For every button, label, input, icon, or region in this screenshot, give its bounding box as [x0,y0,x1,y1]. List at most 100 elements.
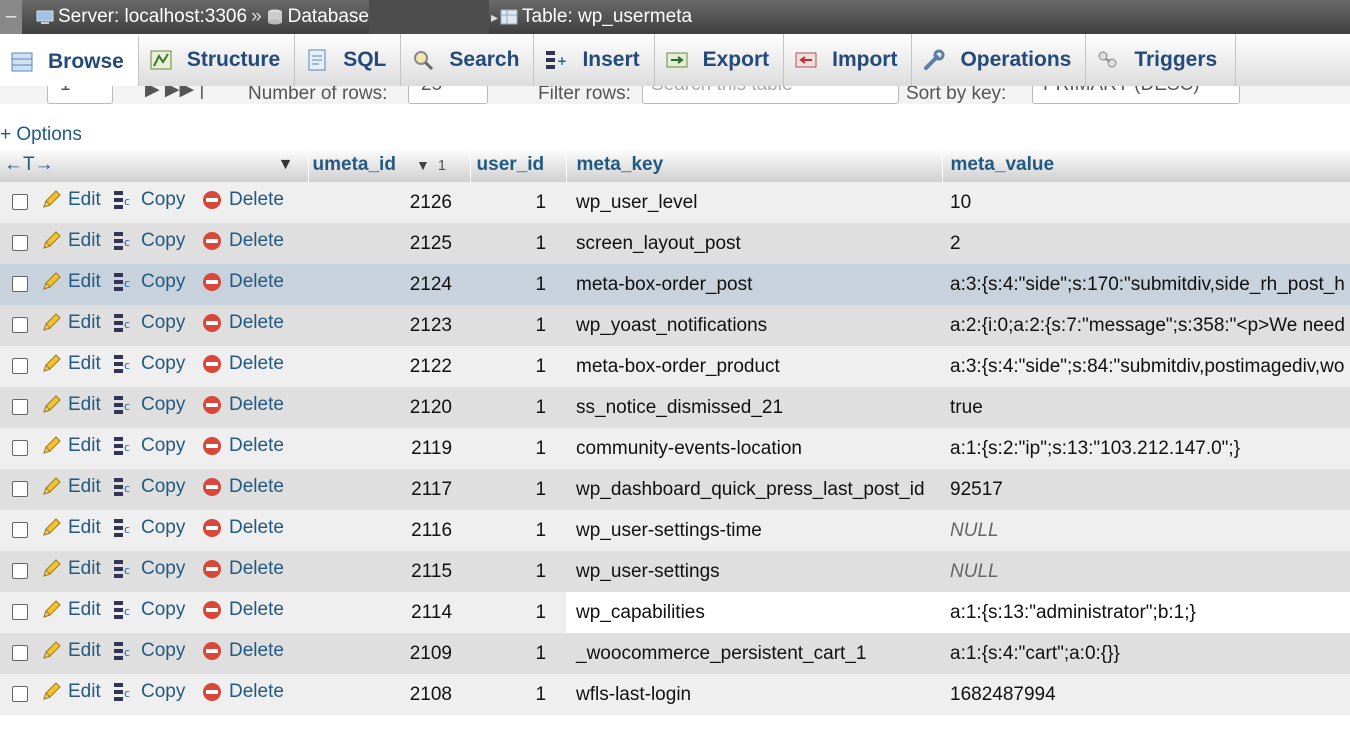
cell-user-id[interactable]: 1 [470,387,567,428]
edit-link[interactable]: Edit [40,312,101,334]
delete-link[interactable]: Delete [201,189,284,211]
cell-meta-key[interactable]: screen_layout_post [566,223,943,264]
table-row[interactable]: Edit c Copy Delete 2108 1 wfls-last-login 16824… [0,674,1350,715]
cell-user-id[interactable]: 1 [470,305,567,346]
copy-link[interactable]: c Copy [113,312,185,334]
header-meta-value[interactable]: meta_value [942,148,1350,182]
cell-user-id[interactable]: 1 [470,346,567,387]
page-select[interactable]: 1 [47,86,113,104]
row-checkbox[interactable] [12,563,28,580]
cell-umeta-id[interactable]: 2115 [308,551,471,592]
table-row[interactable]: Edit c Copy Delete 2117 1 wp_dashboard_quick_p… [0,469,1350,510]
tab-operations[interactable]: Operations [912,34,1087,86]
cell-meta-key[interactable]: wp_user-settings-time [566,510,943,551]
cell-meta-value[interactable]: 92517 [942,469,1350,510]
cell-umeta-id[interactable]: 2123 [308,305,471,346]
cell-meta-value[interactable]: 1682487994 [942,674,1350,715]
tab-structure[interactable]: Structure [139,34,296,86]
tab-search[interactable]: Search [401,34,535,86]
cell-meta-key[interactable]: ss_notice_dismissed_21 [566,387,943,428]
cell-umeta-id[interactable]: 2117 [308,469,471,510]
copy-link[interactable]: c Copy [113,558,185,580]
copy-link[interactable]: c Copy [113,640,185,662]
row-checkbox[interactable] [12,686,28,703]
sort-select[interactable]: PRIMARY (DESC) [1032,86,1240,104]
cell-meta-value[interactable]: true [942,387,1350,428]
tab-browse[interactable]: Browse [0,34,139,86]
row-checkbox[interactable] [12,481,28,498]
delete-link[interactable]: Delete [201,640,284,662]
edit-link[interactable]: Edit [40,271,101,293]
delete-link[interactable]: Delete [201,558,284,580]
cell-meta-key[interactable]: wp_user_level [566,182,943,223]
delete-link[interactable]: Delete [201,353,284,375]
copy-link[interactable]: c Copy [113,230,185,252]
cell-user-id[interactable]: 1 [470,428,567,469]
cell-umeta-id[interactable]: 2126 [308,182,471,223]
cell-meta-value[interactable]: a:2:{i:0;a:2:{s:7:"message";s:358:"<p>We… [942,305,1350,346]
row-checkbox[interactable] [12,604,28,621]
delete-link[interactable]: Delete [201,599,284,621]
cell-user-id[interactable]: 1 [470,469,567,510]
copy-link[interactable]: c Copy [113,189,185,211]
cell-user-id[interactable]: 1 [470,264,567,305]
copy-link[interactable]: c Copy [113,435,185,457]
cell-meta-value[interactable]: a:3:{s:4:"side";s:84:"submitdiv,postimag… [942,346,1350,387]
cell-umeta-id[interactable]: 2114 [308,592,471,633]
table-row[interactable]: Edit c Copy Delete 2109 1 _woocommerce_persist… [0,633,1350,674]
edit-link[interactable]: Edit [40,558,101,580]
copy-link[interactable]: c Copy [113,476,185,498]
edit-link[interactable]: Edit [40,640,101,662]
table-row[interactable]: Edit c Copy Delete 2114 1 wp_capabilities a:1:{… [0,592,1350,633]
cell-umeta-id[interactable]: 2122 [308,346,471,387]
cell-user-id[interactable]: 1 [470,182,567,223]
cell-meta-value[interactable]: a:1:{s:13:"administrator";b:1;} [942,592,1350,633]
table-row[interactable]: Edit c Copy Delete 2125 1 screen_layout_post 2 [0,223,1350,264]
table-row[interactable]: Edit c Copy Delete 2120 1 ss_notice_dismissed_… [0,387,1350,428]
table-row[interactable]: Edit c Copy Delete 2115 1 wp_user-settings NULL [0,551,1350,592]
header-user-id[interactable]: user_id [470,148,567,182]
tab-import[interactable]: Import [784,34,913,86]
breadcrumb-database[interactable]: Database [266,0,489,34]
edit-link[interactable]: Edit [40,353,101,375]
cell-umeta-id[interactable]: 2116 [308,510,471,551]
cell-user-id[interactable]: 1 [470,592,567,633]
row-checkbox[interactable] [12,194,28,211]
copy-link[interactable]: c Copy [113,517,185,539]
cell-meta-key[interactable]: wp_dashboard_quick_press_last_post_id [566,469,943,510]
cell-user-id[interactable]: 1 [470,510,567,551]
cell-meta-value[interactable]: a:3:{s:4:"side";s:170:"submitdiv,side_rh… [942,264,1350,305]
cell-meta-value[interactable]: 10 [942,182,1350,223]
header-umeta-id[interactable]: umeta_id ▼ 1 [308,148,471,182]
breadcrumb-table[interactable]: Table: wp_usermeta [500,6,692,28]
row-checkbox[interactable] [12,235,28,252]
cell-meta-key[interactable]: _woocommerce_persistent_cart_1 [566,633,943,674]
cell-meta-key[interactable]: meta-box-order_product [566,346,943,387]
table-row[interactable]: Edit c Copy Delete 2119 1 community-events-loc… [0,428,1350,469]
cell-meta-value[interactable]: NULL [942,510,1350,551]
copy-link[interactable]: c Copy [113,681,185,703]
cell-user-id[interactable]: 1 [470,551,567,592]
delete-link[interactable]: Delete [201,681,284,703]
table-row[interactable]: Edit c Copy Delete 2116 1 wp_user-settings-tim… [0,510,1350,551]
tab-triggers[interactable]: Triggers [1086,34,1237,86]
cell-meta-key[interactable]: meta-box-order_post [566,264,943,305]
cell-meta-key[interactable]: wp_user-settings [566,551,943,592]
row-checkbox[interactable] [12,522,28,539]
delete-link[interactable]: Delete [201,517,284,539]
rows-select[interactable]: 25 [408,86,488,104]
table-row[interactable]: Edit c Copy Delete 2122 1 meta-box-order_produ… [0,346,1350,387]
cell-meta-value[interactable]: a:1:{s:2:"ip";s:13:"103.212.147.0";} [942,428,1350,469]
cell-meta-value[interactable]: NULL [942,551,1350,592]
column-visibility-dropdown-icon[interactable]: ▼ [278,156,294,174]
cell-meta-key[interactable]: wp_capabilities [566,592,943,633]
cell-meta-key[interactable]: wp_yoast_notifications [566,305,943,346]
breadcrumb-server[interactable]: Server: localhost:3306 [22,6,247,28]
cell-umeta-id[interactable]: 2120 [308,387,471,428]
edit-link[interactable]: Edit [40,189,101,211]
cell-user-id[interactable]: 1 [470,633,567,674]
row-checkbox[interactable] [12,358,28,375]
tab-export[interactable]: Export [655,34,785,86]
edit-link[interactable]: Edit [40,517,101,539]
delete-link[interactable]: Delete [201,435,284,457]
